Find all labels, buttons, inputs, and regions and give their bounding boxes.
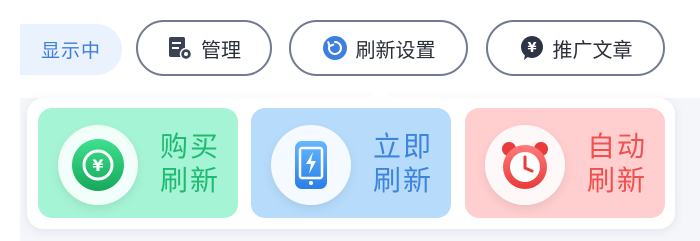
status-badge: 显示中 xyxy=(20,24,122,75)
auto-refresh-line1: 自动 xyxy=(586,130,647,163)
yuan-bubble-icon: ¥ xyxy=(519,35,545,61)
alarm-clock-icon xyxy=(497,137,553,193)
refresh-icon xyxy=(322,35,348,61)
svg-text:¥: ¥ xyxy=(92,156,103,175)
buy-refresh-line2: 刷新 xyxy=(159,164,220,197)
yuan-coin-icon: ¥ xyxy=(70,137,126,193)
manage-settings-icon xyxy=(167,35,193,61)
promote-article-label: 推广文章 xyxy=(552,37,633,62)
manage-button[interactable]: 管理 xyxy=(136,20,272,76)
refresh-settings-label: 刷新设置 xyxy=(355,37,436,62)
status-label: 显示中 xyxy=(40,40,101,62)
panel-pointer xyxy=(367,86,393,99)
buy-refresh-card[interactable]: ¥ 购买 刷新 xyxy=(38,108,238,218)
refresh-now-line1: 立即 xyxy=(372,130,433,163)
buy-refresh-label: 购买 刷新 xyxy=(150,130,230,198)
refresh-now-line2: 刷新 xyxy=(372,164,433,197)
manage-button-label: 管理 xyxy=(201,37,241,62)
phone-lightning-icon xyxy=(283,137,339,193)
auto-refresh-label: 自动 刷新 xyxy=(577,130,657,198)
svg-text:¥: ¥ xyxy=(527,41,536,56)
auto-refresh-card[interactable]: 自动 刷新 xyxy=(465,108,665,218)
auto-refresh-line2: 刷新 xyxy=(586,164,647,197)
buy-refresh-line1: 购买 xyxy=(159,130,220,163)
promote-article-button[interactable]: ¥ 推广文章 xyxy=(486,20,665,76)
refresh-now-label: 立即 刷新 xyxy=(363,130,443,198)
left-strip xyxy=(0,98,20,241)
refresh-now-card[interactable]: 立即 刷新 xyxy=(251,108,451,218)
refresh-settings-button[interactable]: 刷新设置 xyxy=(289,20,468,76)
